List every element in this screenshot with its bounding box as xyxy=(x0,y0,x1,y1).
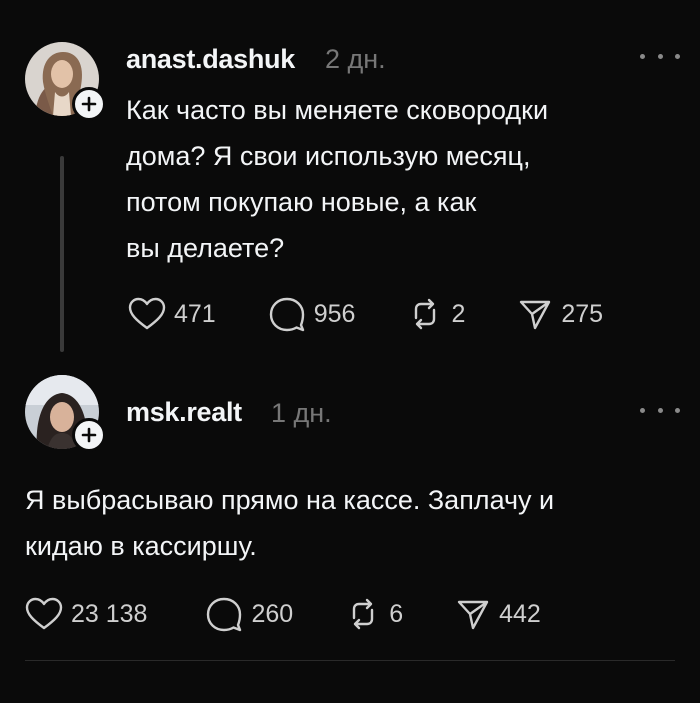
comment-icon xyxy=(269,297,304,332)
plus-icon xyxy=(81,96,97,112)
post-timestamp: 1 дн. xyxy=(271,398,332,428)
repost-icon xyxy=(352,598,374,630)
follow-button-anast-dashuk[interactable] xyxy=(72,87,106,121)
follow-button-msk-realt[interactable] xyxy=(72,418,106,452)
heart-icon xyxy=(128,297,166,330)
reply-button[interactable]: 956 xyxy=(268,296,356,332)
post-text: Как часто вы меняете сковородки дома? Я … xyxy=(126,95,549,263)
post-text: Я выбрасываю прямо на кассе. Заплачу и к… xyxy=(25,485,555,561)
like-button[interactable]: 23 138 xyxy=(25,597,147,631)
more-options-button[interactable] xyxy=(640,400,680,420)
reply-button[interactable]: 260 xyxy=(205,596,293,632)
repost-icon xyxy=(415,298,436,330)
plus-icon xyxy=(81,427,97,443)
share-count: 442 xyxy=(499,599,541,628)
send-icon xyxy=(520,300,551,330)
like-count: 23 138 xyxy=(71,599,148,628)
more-options-button[interactable] xyxy=(640,46,680,66)
send-icon xyxy=(457,600,489,630)
repost-count: 2 xyxy=(451,299,466,328)
post-2: msk.realt 1 дн. Я выбрасываю прямо на ка… xyxy=(0,360,700,703)
more-icon xyxy=(640,407,645,413)
share-button[interactable]: 442 xyxy=(455,596,541,632)
heart-icon xyxy=(25,597,63,630)
like-count: 471 xyxy=(174,299,216,328)
post-timestamp: 2 дн. xyxy=(325,44,386,74)
post-username[interactable]: anast.dashuk xyxy=(126,44,295,75)
repost-button[interactable]: 2 xyxy=(407,296,465,332)
share-button[interactable]: 275 xyxy=(517,296,603,332)
post-divider xyxy=(25,660,675,661)
like-button[interactable]: 471 xyxy=(128,297,216,331)
post-actions: 23 138 260 6 442 xyxy=(25,596,541,632)
post-username[interactable]: msk.realt xyxy=(126,397,242,428)
post-actions: 471 956 2 275 xyxy=(128,296,603,332)
repost-button[interactable]: 6 xyxy=(345,596,403,632)
repost-count: 6 xyxy=(389,599,404,628)
thread-line xyxy=(60,156,64,352)
more-icon xyxy=(640,53,645,59)
comment-icon xyxy=(207,597,242,632)
share-count: 275 xyxy=(561,299,604,328)
reply-count: 260 xyxy=(251,599,294,628)
reply-count: 956 xyxy=(313,299,356,328)
post-1: anast.dashuk 2 дн. Как часто вы меняете … xyxy=(0,0,700,360)
